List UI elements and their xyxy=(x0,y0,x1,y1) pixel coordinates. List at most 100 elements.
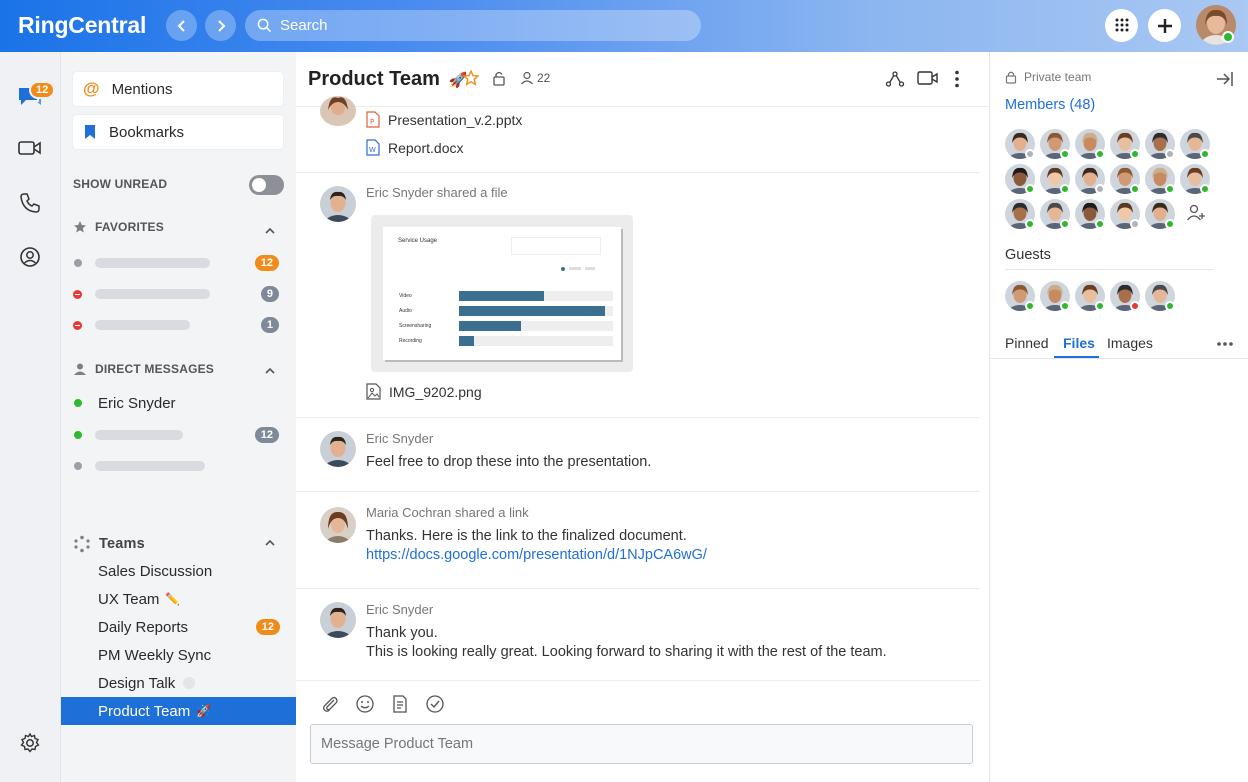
contacts-nav[interactable] xyxy=(15,242,45,272)
favorite-item[interactable]: 1 xyxy=(73,314,283,336)
contacts-icon xyxy=(20,247,40,267)
lock-icon xyxy=(1005,71,1017,84)
members-link[interactable]: Members (48) xyxy=(1005,97,1095,113)
dm-item[interactable]: 12 xyxy=(73,424,283,446)
team-item-sales-discussion[interactable]: Sales Discussion xyxy=(61,557,296,585)
file-attachment[interactable]: W Report.docx xyxy=(366,139,463,156)
presence-status xyxy=(1025,149,1035,159)
sender-avatar[interactable] xyxy=(320,507,356,543)
lock-icon xyxy=(493,71,505,86)
members-count-button[interactable]: 22 xyxy=(520,71,550,85)
sender-avatar[interactable] xyxy=(320,602,356,638)
member-avatar[interactable] xyxy=(1040,129,1070,159)
chevron-up-icon[interactable] xyxy=(263,224,277,238)
direct-messages-label: DIRECT MESSAGES xyxy=(95,362,215,376)
member-avatar[interactable] xyxy=(1110,129,1140,159)
search-bar[interactable] xyxy=(245,10,701,41)
search-input[interactable] xyxy=(280,17,680,34)
member-avatar[interactable] xyxy=(1040,164,1070,194)
shared-link[interactable]: https://docs.google.com/presentation/d/1… xyxy=(366,546,707,565)
dm-item[interactable] xyxy=(73,455,283,477)
image-file-icon xyxy=(366,383,381,400)
team-item-daily-reports[interactable]: Daily Reports 12 xyxy=(61,613,296,641)
new-action-button[interactable] xyxy=(1148,9,1181,42)
team-item-pm-weekly-sync[interactable]: PM Weekly Sync xyxy=(61,641,296,669)
message-meta: Eric Snyder shared a file xyxy=(366,185,508,200)
team-item-product-team[interactable]: Product Team 🚀 xyxy=(61,697,296,725)
image-preview[interactable]: Service Usage Video Audio Screensharing Rec… xyxy=(371,215,633,372)
member-avatar[interactable] xyxy=(1145,129,1175,159)
team-item-design-talk[interactable]: Design Talk xyxy=(61,669,296,697)
show-unread-toggle[interactable] xyxy=(249,175,284,195)
add-member-icon[interactable] xyxy=(1186,204,1206,222)
video-nav[interactable] xyxy=(15,133,45,163)
avatar-portrait-icon xyxy=(320,186,356,222)
gear-icon xyxy=(20,732,40,753)
dm-item[interactable]: Eric Snyder xyxy=(73,392,283,414)
dialpad-button[interactable] xyxy=(1105,9,1138,42)
member-avatar[interactable] xyxy=(1145,281,1175,311)
paperclip-icon[interactable] xyxy=(320,694,340,714)
divider xyxy=(296,172,980,173)
member-avatar[interactable] xyxy=(1005,129,1035,159)
member-avatar[interactable] xyxy=(1040,281,1070,311)
member-avatar[interactable] xyxy=(1180,129,1210,159)
member-avatar[interactable] xyxy=(1005,281,1035,311)
member-avatar[interactable] xyxy=(1110,199,1140,229)
collapse-panel-icon[interactable] xyxy=(1216,71,1234,87)
chat-bubble-icon xyxy=(183,677,196,689)
more-vertical-icon[interactable] xyxy=(954,70,960,88)
task-check-icon[interactable] xyxy=(425,694,445,714)
member-avatar[interactable] xyxy=(1145,199,1175,229)
favorites-header[interactable]: FAVORITES xyxy=(73,220,164,234)
sender-avatar[interactable] xyxy=(320,96,356,126)
member-avatar[interactable] xyxy=(1180,164,1210,194)
phone-nav[interactable] xyxy=(15,188,45,218)
team-item-ux-team[interactable]: UX Team ✏️ xyxy=(61,585,296,613)
favorite-item[interactable]: 9 xyxy=(73,283,283,305)
unread-count: 12 xyxy=(255,619,280,635)
member-avatar[interactable] xyxy=(1005,199,1035,229)
file-attachment[interactable]: P Presentation_v.2.pptx xyxy=(366,111,522,128)
member-avatar[interactable] xyxy=(1075,164,1105,194)
member-avatar[interactable] xyxy=(1145,164,1175,194)
member-avatar[interactable] xyxy=(1110,164,1140,194)
tab-images[interactable]: Images xyxy=(1107,335,1153,351)
presence-status xyxy=(1095,301,1105,311)
preview-field xyxy=(511,237,601,255)
emoji-icon[interactable] xyxy=(355,694,375,714)
member-avatar[interactable] xyxy=(1075,129,1105,159)
tab-files[interactable]: Files xyxy=(1063,335,1095,351)
conversation-title-text: Product Team xyxy=(308,68,440,90)
video-call-icon[interactable] xyxy=(917,70,939,86)
note-icon[interactable] xyxy=(390,694,410,714)
tab-pinned[interactable]: Pinned xyxy=(1005,335,1049,351)
direct-messages-header[interactable]: DIRECT MESSAGES xyxy=(73,362,214,376)
share-network-icon[interactable] xyxy=(885,70,905,88)
forward-button[interactable] xyxy=(205,10,236,41)
top-bar: RingCentral xyxy=(0,0,1248,52)
bookmarks-button[interactable]: Bookmarks xyxy=(73,115,283,149)
message-input[interactable] xyxy=(310,724,973,764)
member-avatar[interactable] xyxy=(1110,281,1140,311)
chevron-up-icon[interactable] xyxy=(263,364,277,378)
file-attachment[interactable]: IMG_9202.png xyxy=(366,383,482,400)
back-button[interactable] xyxy=(166,10,197,41)
sender-avatar[interactable] xyxy=(320,186,356,222)
member-avatar[interactable] xyxy=(1040,199,1070,229)
sender-avatar[interactable] xyxy=(320,431,356,467)
settings-nav[interactable] xyxy=(15,728,45,758)
member-avatar[interactable] xyxy=(1075,199,1105,229)
more-horizontal-icon[interactable] xyxy=(1216,341,1234,347)
teams-header[interactable]: Teams xyxy=(73,535,145,553)
divider xyxy=(296,491,980,492)
favorite-item[interactable]: 12 xyxy=(73,252,283,274)
message-text: Feel free to drop these into the present… xyxy=(366,454,652,470)
member-avatar[interactable] xyxy=(1075,281,1105,311)
details-panel: Private team Members (48) Guests Pinned … xyxy=(990,52,1248,782)
chevron-up-icon[interactable] xyxy=(263,536,277,550)
member-avatar[interactable] xyxy=(1005,164,1035,194)
teams-icon xyxy=(74,535,90,553)
mentions-button[interactable]: @ Mentions xyxy=(73,72,283,106)
star-outline-icon[interactable] xyxy=(463,70,479,86)
